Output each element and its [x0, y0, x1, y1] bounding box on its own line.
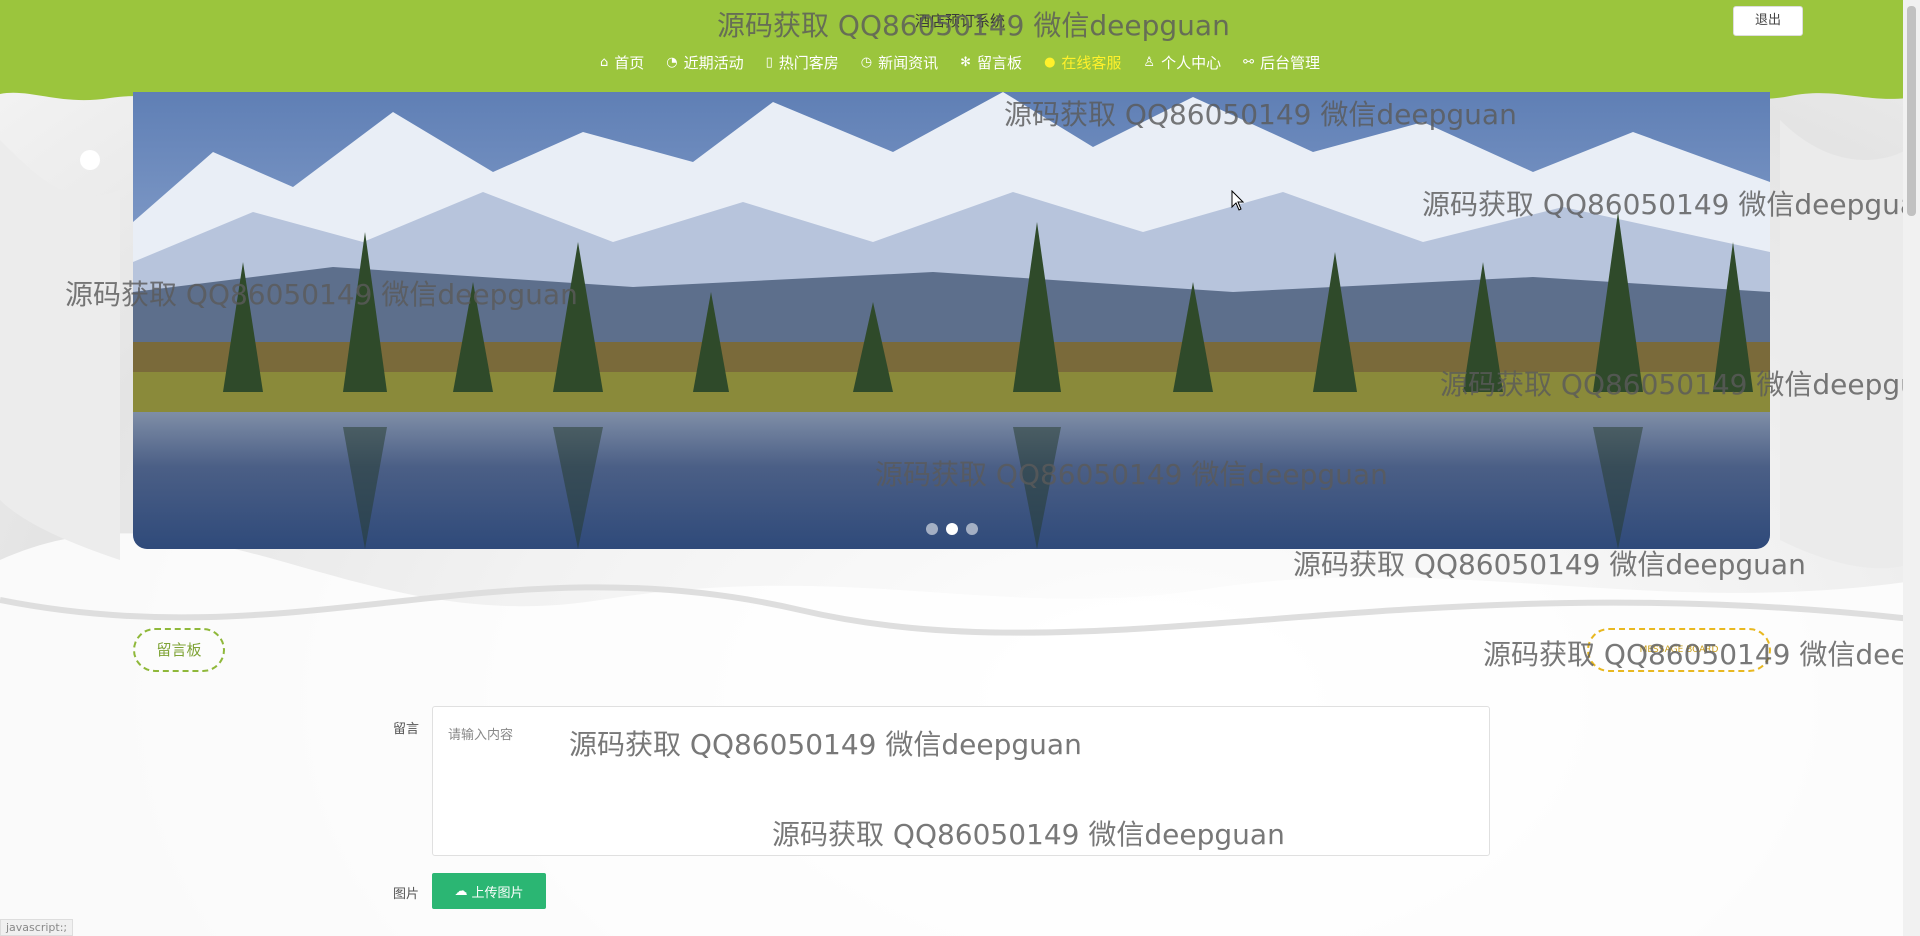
- nav-label: 首页: [614, 54, 645, 72]
- home-icon: ⌂: [599, 55, 609, 70]
- section-title-pill: 留言板: [133, 628, 225, 672]
- nav-item-home[interactable]: ⌂ 首页: [600, 52, 644, 73]
- nav-item-news[interactable]: ◷ 新闻资讯: [861, 52, 938, 73]
- chat-icon: ●: [1044, 55, 1056, 70]
- section-subtitle-pill: MESSAGE BOARD: [1587, 628, 1771, 672]
- upload-label: 上传图片: [471, 885, 524, 901]
- upload-image-button[interactable]: ☁ 上传图片: [432, 873, 546, 909]
- nav-label: 后台管理: [1260, 54, 1321, 72]
- nav-item-rooms[interactable]: ▯ 热门客房: [766, 52, 839, 73]
- nav-item-message-board[interactable]: ✻ 留言板: [960, 52, 1022, 73]
- nav-item-activities[interactable]: ◔ 近期活动: [666, 52, 743, 73]
- nav-item-online-service[interactable]: ● 在线客服: [1044, 52, 1121, 73]
- nav-label: 留言板: [977, 54, 1023, 72]
- main-nav: ⌂ 首页 ◔ 近期活动 ▯ 热门客房 ◷ 新闻资讯 ✻ 留言板 ● 在线客服 ♙…: [0, 52, 1920, 73]
- image-label: 图片: [393, 887, 420, 902]
- gauge-icon: ◔: [666, 55, 678, 70]
- nav-item-profile[interactable]: ♙ 个人中心: [1143, 52, 1221, 73]
- nav-label: 个人中心: [1161, 54, 1222, 72]
- page-scrollbar[interactable]: [1903, 0, 1920, 936]
- message-placeholder: 请输入内容: [448, 728, 514, 743]
- bookmark-icon: ▯: [765, 55, 773, 70]
- nav-label: 近期活动: [683, 54, 744, 72]
- carousel-dot[interactable]: [965, 523, 978, 535]
- nav-item-admin[interactable]: ⚯ 后台管理: [1243, 52, 1320, 73]
- user-icon: ♙: [1143, 55, 1156, 70]
- carousel-dots: [133, 523, 1770, 535]
- nav-label: 热门客房: [778, 54, 839, 72]
- cloud-upload-icon: ☁: [454, 883, 468, 899]
- logout-button[interactable]: 退出: [1733, 6, 1803, 36]
- banner-carousel[interactable]: [133, 92, 1770, 549]
- mouse-cursor-icon: [1231, 190, 1245, 211]
- banner-image: [133, 92, 1770, 549]
- nav-label: 新闻资讯: [878, 54, 939, 72]
- carousel-dot-active[interactable]: [945, 523, 958, 535]
- status-bar: javascript:;: [0, 919, 74, 936]
- snowflake-icon: ✻: [960, 55, 972, 70]
- message-label: 留言: [393, 722, 420, 737]
- site-title: 酒店预订系统: [914, 12, 1005, 30]
- carousel-dot[interactable]: [925, 523, 938, 535]
- message-textarea[interactable]: 请输入内容: [432, 706, 1490, 856]
- link-icon: ⚯: [1243, 55, 1254, 70]
- scrollbar-thumb[interactable]: [1907, 6, 1916, 216]
- clock-icon: ◷: [860, 55, 873, 70]
- nav-label: 在线客服: [1061, 54, 1122, 72]
